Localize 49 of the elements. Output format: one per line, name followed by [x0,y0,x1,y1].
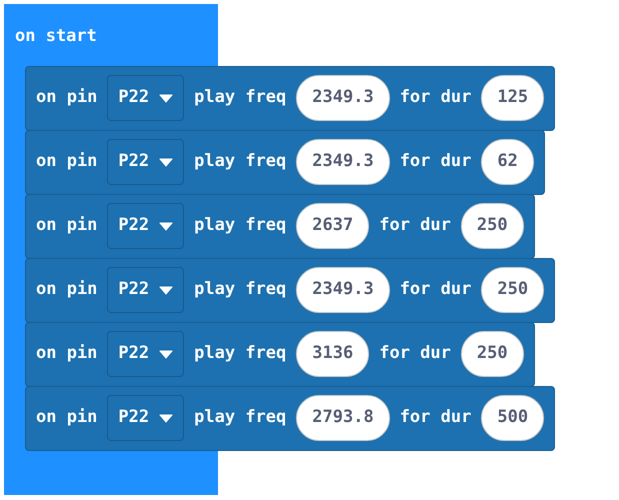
statement-block[interactable]: on pin P22 play freq 2637 for dur 250 [25,194,535,258]
number-field[interactable]: 2349.3 [296,75,390,121]
pin-dropdown[interactable]: P22 [107,395,184,441]
block-label: play freq [194,342,286,366]
block-label: on pin [36,214,98,238]
number-field[interactable]: 3136 [296,331,370,377]
block-label: on pin [36,406,98,430]
statement-block[interactable]: on pin P22 play freq 2349.3 for dur 62 [25,130,545,194]
number-field[interactable]: 2793.8 [296,395,390,441]
number-field[interactable]: 500 [481,395,544,441]
caret-icon [159,94,174,102]
number-field[interactable]: 250 [481,267,544,313]
block-label: on pin [36,342,98,366]
block-label: for dur [400,150,472,174]
statement-block[interactable]: on pin P22 play freq 2793.8 for dur 500 [25,386,556,450]
number-field[interactable]: 250 [460,331,524,377]
pin-dropdown[interactable]: P22 [107,139,184,185]
block-label: play freq [194,278,286,302]
number-field[interactable]: 125 [481,75,544,121]
pin-dropdown[interactable]: P22 [107,331,184,377]
block-label: for dur [379,214,451,238]
block-label: on pin [36,150,98,174]
caret-icon [159,222,174,230]
number-field[interactable]: 2637 [296,203,370,249]
block-label: for dur [400,406,472,430]
caret-icon [159,158,174,166]
statement-block[interactable]: on pin P22 play freq 2349.3 for dur 125 [25,66,556,130]
block-label: for dur [400,86,472,110]
statement-block[interactable]: on pin P22 play freq 3136 for dur 250 [25,322,535,386]
block-label: play freq [194,406,286,430]
caret-icon [159,286,174,294]
block-label: on pin [36,86,98,110]
number-field[interactable]: 2349.3 [296,267,390,313]
caret-icon [159,350,174,358]
block-label: for dur [379,342,451,366]
pin-dropdown[interactable]: P22 [107,267,184,313]
pin-dropdown[interactable]: P22 [107,203,184,249]
statement-block[interactable]: on pin P22 play freq 2349.3 for dur 250 [25,258,556,322]
number-field[interactable]: 2349.3 [296,139,390,185]
pin-dropdown[interactable]: P22 [107,75,184,121]
block-label: play freq [194,214,286,238]
number-field[interactable]: 250 [460,203,524,249]
number-field[interactable]: 62 [481,139,534,185]
block-label: play freq [194,86,286,110]
caret-icon [159,414,174,422]
block-label: on start [15,25,97,48]
block-label: on pin [36,278,98,302]
block-label: play freq [194,150,286,174]
block-label: for dur [400,278,472,302]
